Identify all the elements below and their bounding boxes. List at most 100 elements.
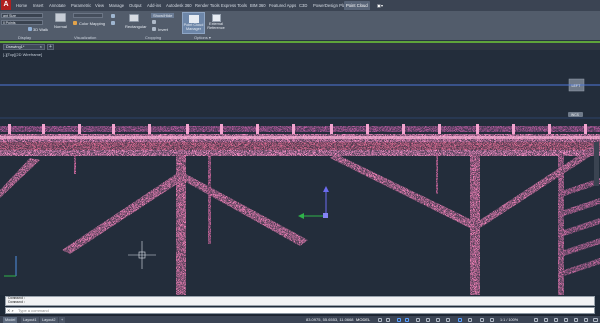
tab-c3d[interactable]: C3D (297, 1, 309, 10)
bridge-column-1 (176, 154, 186, 295)
polar-icon[interactable] (405, 318, 409, 322)
file-tab-bar: Drawing1* × + (0, 43, 600, 50)
bridge-brace (186, 174, 308, 246)
crop-tool-icon-2[interactable] (111, 21, 115, 25)
annotation-scale[interactable]: 1:1 / 100% (500, 317, 518, 323)
wcs-menu-label[interactable]: WCS (571, 113, 580, 117)
show-hide-button[interactable]: Show/Hide (151, 13, 175, 18)
color-mapping-icon (73, 21, 77, 25)
panel-cropping-label: Cropping (145, 35, 162, 40)
grid-icon[interactable] (378, 318, 382, 322)
tab-express-tools[interactable]: Express Tools (219, 1, 249, 10)
model-space-button[interactable]: MODEL (356, 317, 370, 323)
deck-highlight (0, 136, 600, 139)
isolate-objects-icon[interactable] (574, 318, 578, 322)
add-layout-icon[interactable]: + (59, 317, 66, 323)
fullscreen-icon[interactable] (584, 318, 588, 322)
color-mapping-button[interactable]: Color Mapping (79, 21, 105, 26)
point-cloud-bridge (0, 126, 600, 295)
command-history: Command: Command: (5, 296, 595, 306)
points-display-field[interactable]: ll Points (1, 20, 43, 25)
status-bar: Model Layout1 Layout2 + 83.0975, 55.6553… (0, 315, 600, 323)
close-icon[interactable]: × (40, 45, 42, 49)
tab-insert[interactable]: Insert (31, 1, 45, 10)
ortho-icon[interactable] (397, 318, 401, 322)
workspace-gear-icon[interactable] (534, 318, 538, 322)
navigation-bar[interactable] (594, 142, 599, 186)
annotation-monitor-icon[interactable] (544, 318, 548, 322)
bridge-brace (0, 158, 40, 198)
lattice-brace (564, 218, 600, 236)
panel-visualization-label: Visualization (74, 35, 97, 40)
panel-options-label[interactable]: Options ▾ (194, 35, 211, 40)
lattice-brace (564, 198, 600, 216)
visualization-dropdown[interactable] (73, 13, 103, 18)
bridge-brace (62, 174, 180, 254)
invert-icon (152, 27, 156, 31)
bridge-rail (0, 126, 600, 132)
close-command-icon[interactable]: ✕ ⌕ (7, 308, 14, 313)
units-icon[interactable] (554, 318, 558, 322)
lattice-brace (564, 238, 600, 256)
point-size-field[interactable]: ant Size (1, 13, 43, 18)
dynamic-ucs-icon[interactable] (480, 318, 484, 322)
bridge-hanger (436, 154, 438, 194)
point-cloud-manager-button[interactable]: Point Cloud Manager (182, 12, 205, 34)
selection-cycling-icon[interactable] (458, 318, 462, 322)
lattice-brace (564, 258, 600, 276)
point-cloud-canvas: LEFT WCS (0, 78, 600, 295)
wcs-axis-icon (4, 256, 17, 277)
osnap-icon[interactable] (416, 318, 420, 322)
ribbon-panel: ant Size ll Points 3D Walk Normal Color … (0, 11, 600, 41)
tab-featured-apps[interactable]: Featured Apps (267, 1, 298, 10)
rectangular-button[interactable]: Rectangular (125, 24, 147, 29)
lineweight-icon[interactable] (436, 318, 440, 322)
bridge-brace (330, 154, 472, 228)
viewcube-face-label[interactable]: LEFT (572, 84, 582, 88)
tab-point-cloud[interactable]: Point Cloud (344, 1, 370, 10)
3d-walk-button[interactable]: 3D Walk (33, 27, 48, 32)
ext-label-2: Reference (207, 26, 225, 30)
tab-output[interactable]: Output (127, 1, 144, 10)
otrack-icon[interactable] (426, 318, 430, 322)
rectangular-crop-icon[interactable] (129, 14, 139, 22)
panel-display-label: Display (18, 35, 32, 40)
crop-option-icon[interactable] (152, 20, 156, 24)
command-input[interactable]: ✕ ⌕ Type a command (5, 307, 595, 314)
tab-home[interactable]: Home (14, 1, 29, 10)
drawing-area[interactable]: [-][Top][2D Wireframe] LEFT WCS (0, 50, 600, 295)
snap-icon[interactable] (386, 318, 390, 322)
external-reference-icon (211, 14, 221, 22)
file-tab-label: Drawing1* (6, 44, 25, 49)
invert-button[interactable]: Invert (158, 27, 168, 32)
application-menu-button[interactable]: A (1, 0, 11, 10)
tab-render-tools[interactable]: Render Tools (193, 1, 222, 10)
bridge-hanger (74, 154, 76, 174)
command-placeholder: Type a command (18, 308, 49, 313)
quick-properties-icon[interactable] (564, 318, 568, 322)
tab-parametric[interactable]: Parametric (69, 1, 93, 10)
tab-view[interactable]: View (93, 1, 106, 10)
external-reference-button[interactable]: External Reference (205, 12, 227, 34)
bridge-column-2 (470, 154, 480, 295)
coordinate-readout: 83.0975, 55.6553, 11.0668 (306, 317, 354, 322)
ribbon-tab-bar: A Home Insert Annotate Parametric View M… (0, 0, 600, 11)
transparency-icon[interactable] (446, 318, 450, 322)
tab-layout2[interactable]: Layout2 (40, 317, 58, 323)
crop-tool-icon[interactable] (111, 14, 115, 18)
tab-bim-360[interactable]: BIM 360 (248, 1, 268, 10)
tab-layout1[interactable]: Layout1 (21, 317, 39, 323)
normal-button[interactable]: Normal (54, 24, 67, 29)
command-history-line: Command: (8, 301, 26, 306)
tab-model[interactable]: Model (3, 317, 18, 323)
tab-annotate[interactable]: Annotate (47, 1, 68, 10)
ribbon-overflow-icon[interactable]: ▣▾ (375, 1, 385, 10)
3d-osnap-icon[interactable] (468, 318, 472, 322)
tab-manage[interactable]: Manage (107, 1, 126, 10)
tab-autodesk-360[interactable]: Autodesk 360 (164, 1, 194, 10)
customization-menu-icon[interactable] (593, 318, 598, 322)
normal-display-icon[interactable] (55, 13, 66, 22)
annotation-visibility-icon[interactable] (490, 318, 494, 322)
pcm-label-2: Manager (186, 27, 201, 31)
tab-add-ins[interactable]: Add-ins (145, 1, 163, 10)
